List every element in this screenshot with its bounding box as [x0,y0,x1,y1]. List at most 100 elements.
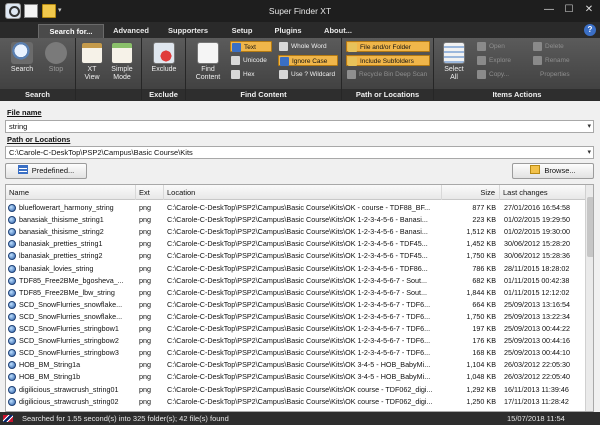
maximize-button[interactable]: ☐ [560,2,578,18]
file-and-folder-option[interactable]: File and/or Folder [346,41,430,52]
table-row[interactable]: TDF85_Free2BMe_lbw_string png C:\Carole-C-… [6,287,585,299]
file-name-combo[interactable]: string ▾ [5,120,594,133]
file-name-cell: SCD_SnowFlurries_stringbow3 [19,348,119,358]
table-row[interactable]: digilicious_strawcrush_string01 png C:\Car… [6,384,585,396]
table-row[interactable]: lbanasiak_pretties_string2 png C:\Carole-C… [6,250,585,262]
open-action[interactable]: Open [476,41,526,52]
tab-about[interactable]: About... [314,24,362,38]
file-ext-cell: png [139,348,151,358]
table-row[interactable]: TDF85_Free2BMe_bgosheva_... png C:\Carole-… [6,275,585,287]
column-header-size[interactable]: Size [442,185,500,200]
file-size-cell: 1,104 KB [466,360,496,370]
minimize-button[interactable]: — [540,2,558,18]
delete-action[interactable]: Delete [532,41,588,52]
file-location-cell: C:\Carole-C-DeskTop\PSP2\Campus\Basic Co… [167,251,428,261]
predefined-button[interactable]: Predefined... [5,163,87,179]
table-row[interactable]: SCD_SnowFlurries_snowflake... png C:\Carol… [6,311,585,323]
file-date-cell: 01/02/2015 19:29:50 [504,215,570,225]
table-row[interactable]: banasiak_thisisme_string2 png C:\Carole-C-… [6,226,585,238]
stop-button[interactable]: Stop [42,41,70,87]
file-name-dropdown-icon[interactable]: ▾ [587,121,591,132]
tab-supporters[interactable]: Supporters [160,24,216,38]
results-list[interactable]: Name Ext Location Size Last changes blue… [5,184,594,412]
png-file-icon [8,373,16,382]
table-row[interactable]: lbanasiak_pretties_string1 png C:\Carole-C… [6,238,585,250]
table-row[interactable]: SCD_SnowFlurries_stringbow3 png C:\Carole-… [6,347,585,359]
file-ext-cell: png [139,324,151,333]
exclude-icon [153,42,175,64]
column-header-last-changes[interactable]: Last changes [500,185,585,200]
text-option[interactable]: Text [230,41,272,52]
quick-access-dropdown-icon[interactable]: ▾ [58,4,66,18]
table-row[interactable]: digilicious_strawcrush_string02 png C:\Car… [6,396,585,408]
whole-word-option[interactable]: Whole Word [278,41,338,52]
tab-advanced[interactable]: Advanced [106,24,156,38]
file-size-cell: 1,844 KB [466,287,496,297]
find-content-button[interactable]: Find Content [192,41,224,87]
file-location-cell: C:\Carole-C-DeskTop\PSP2\Campus\Basic Co… [167,324,431,333]
copy-action[interactable]: Copy... [476,69,526,80]
table-row[interactable]: blueflowerart_harmony_string png C:\Carole… [6,202,585,214]
tab-search-for[interactable]: Search for... [38,24,104,38]
select-all-button[interactable]: Select All [440,41,468,87]
include-subfolders-option[interactable]: Include Subfolders [346,55,430,66]
recycle-bin-option[interactable]: Recycle Bin Deep Scan [346,69,432,80]
table-row[interactable]: banasiak_thisisme_string1 png C:\Carole-C-… [6,214,585,226]
copy-icon [477,70,486,79]
file-location-cell: C:\Carole-C-DeskTop\PSP2\Campus\Basic Co… [167,239,428,249]
rename-action[interactable]: Rename [532,55,588,66]
png-file-icon [8,361,16,370]
path-dropdown-icon[interactable]: ▾ [587,147,591,158]
table-row[interactable]: HOB_BM_String1b png C:\Carole-C-DeskTop\PS… [6,371,585,383]
column-header-ext[interactable]: Ext [136,185,164,200]
browse-button[interactable]: Browse... [512,163,594,179]
file-ext-cell: png [139,360,151,370]
column-header-location[interactable]: Location [164,185,442,200]
table-row[interactable]: HOB_BM_String1a png C:\Carole-C-DeskTop\PS… [6,359,585,371]
hex-option[interactable]: Hex [230,69,272,80]
search-button[interactable]: Search [8,41,36,87]
scrollbar-thumb[interactable] [587,197,593,257]
help-icon[interactable]: ? [584,24,596,36]
column-header-name[interactable]: Name [6,185,136,200]
file-date-cell: 25/09/2013 13:22:34 [504,311,570,321]
file-name-cell: TDF85_Free2BMe_lbw_string [19,287,115,297]
ignore-case-option[interactable]: Ignore Case [278,55,338,66]
png-file-icon [8,252,16,261]
table-row[interactable]: SCD_SnowFlurries_snowflake... png C:\Carol… [6,299,585,311]
open-folder-icon[interactable] [42,4,56,18]
results-header: Name Ext Location Size Last changes [6,185,585,200]
file-ext-cell: png [139,384,151,394]
tab-plugins[interactable]: Plugins [268,24,308,38]
properties-action[interactable]: Properties [532,69,592,80]
new-document-icon[interactable] [24,4,38,18]
file-location-cell: C:\Carole-C-DeskTop\PSP2\Campus\Basic Co… [167,336,431,346]
table-row[interactable]: SCD_SnowFlurries_stringbow1 png C:\Carole-… [6,323,585,335]
close-button[interactable]: ✕ [580,2,598,18]
path-combo[interactable]: C:\Carole-C-DeskTop\PSP2\Campus\Basic Co… [5,146,594,159]
png-file-icon [8,288,16,297]
search-button-label: Search [10,66,34,73]
table-row[interactable]: SCD_SnowFlurries_stringbow2 png C:\Carole-… [6,335,585,347]
file-location-cell: C:\Carole-C-DeskTop\PSP2\Campus\Basic Co… [167,360,431,370]
explore-action[interactable]: Explore [476,55,526,66]
file-location-cell: C:\Carole-C-DeskTop\PSP2\Campus\Basic Co… [167,203,431,212]
whole-word-option-label: Whole Word [291,43,327,50]
file-folder-icon [348,43,357,52]
tab-setup[interactable]: Setup [222,24,262,38]
app-logo-icon[interactable] [5,3,21,19]
file-ext-cell: png [139,396,151,406]
hex-option-label: Hex [243,71,255,78]
simple-mode-button[interactable]: Simple Mode [108,41,136,87]
use-wildcard-option[interactable]: Use ? Wildcard [278,69,340,80]
stop-button-label: Stop [48,66,64,73]
file-date-cell: 26/03/2012 22:05:30 [504,360,570,370]
language-flag-icon[interactable] [3,415,13,422]
vertical-scrollbar[interactable] [585,185,593,411]
xt-view-button[interactable]: XT View [78,41,106,87]
exclude-button[interactable]: Exclude [150,41,178,87]
file-name-cell: banasiak_thisisme_string1 [19,215,104,225]
unicode-option[interactable]: Unicode [230,55,272,66]
table-row[interactable]: lbanasiak_lovies_string png C:\Carole-C-De… [6,263,585,275]
png-file-icon [8,216,16,225]
